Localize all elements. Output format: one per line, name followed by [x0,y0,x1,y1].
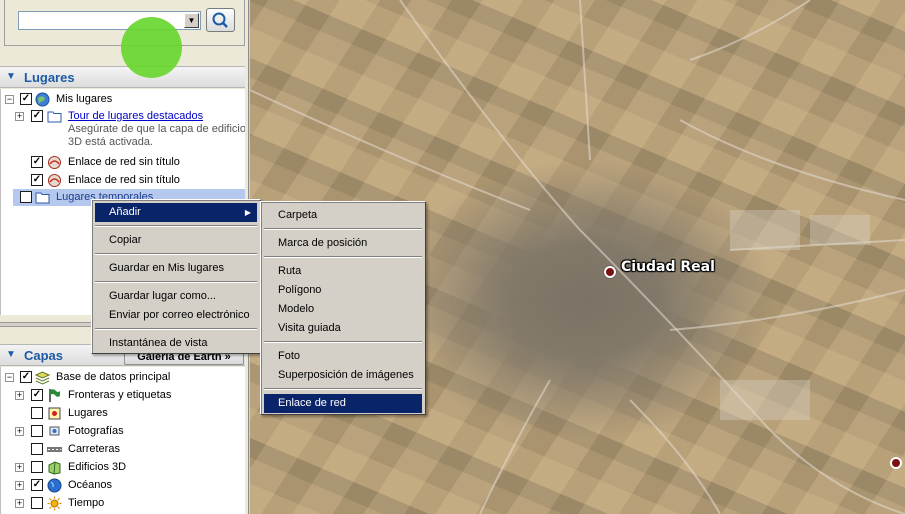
search-button[interactable] [206,8,235,32]
ocean-globe-icon [47,478,62,493]
collapse-icon[interactable]: − [5,95,14,104]
building-3d-icon [48,461,61,475]
checkbox[interactable]: ✓ [31,479,43,491]
tree-item-borders[interactable]: + ✓ Fronteras y etiquetas [1,387,241,404]
placemark-icon[interactable] [890,457,902,469]
expand-icon[interactable]: + [15,112,24,121]
tree-item-places-layer[interactable]: Lugares [1,405,241,422]
tree-label: Fotografías [68,425,124,437]
menu-item-email[interactable]: Enviar por correo electrónico [95,306,257,325]
collapse-triangle-icon[interactable]: ▼ [6,71,16,82]
menu-separator [95,328,257,330]
globe-icon [35,92,50,107]
city-label[interactable]: Ciudad Real [621,259,715,275]
chevron-down-icon[interactable]: ▼ [184,13,199,28]
menu-separator [95,281,257,283]
submenu-item-folder[interactable]: Carpeta [264,206,422,225]
submenu-item-polygon[interactable]: Polígono [264,281,422,300]
checkbox[interactable]: ✓ [31,389,43,401]
tree-label: Base de datos principal [56,371,171,383]
photo-icon [49,426,60,436]
menu-separator [264,341,422,343]
collapse-triangle-icon[interactable]: ▼ [6,349,16,360]
expand-icon[interactable]: + [15,463,24,472]
layers-title: Capas [24,348,64,363]
tree-label: Océanos [68,479,113,491]
tree-label: Enlace de red sin título [68,156,180,168]
checkbox[interactable] [31,407,43,419]
road-icon [47,447,62,452]
flag-icon [49,389,60,402]
tree-label: Mis lugares [56,93,113,105]
checkbox[interactable] [31,443,43,455]
tree-item-roads[interactable]: Carreteras [1,441,241,458]
layers-stack-icon [35,371,50,385]
magnifier-icon [212,12,228,28]
add-submenu: Carpeta Marca de posición Ruta Polígono … [260,201,426,415]
submenu-item-image-overlay[interactable]: Superposición de imágenes [264,366,422,385]
submenu-item-model[interactable]: Modelo [264,300,422,319]
menu-separator [95,253,257,255]
menu-separator [95,225,257,227]
tree-item-network-link-2[interactable]: ✓ Enlace de red sin título [1,172,241,189]
tree-item-my-places[interactable]: − ✓ Mis lugares [1,91,241,108]
submenu-item-path[interactable]: Ruta [264,262,422,281]
submenu-arrow-icon: ▶ [244,208,251,217]
menu-item-add[interactable]: Añadir ▶ [95,203,257,222]
tree-label: Tiempo [68,497,105,509]
context-menu: Añadir ▶ Copiar Guardar en Mis lugares G… [91,199,261,354]
checkbox[interactable]: ✓ [20,371,32,383]
submenu-item-photo[interactable]: Foto [264,347,422,366]
expand-icon[interactable]: + [15,499,24,508]
tree-item-photos[interactable]: + Fotografías [1,423,241,440]
sun-icon [47,496,62,511]
submenu-item-tour[interactable]: Visita guiada [264,319,422,338]
folder-icon [47,111,62,123]
checkbox[interactable]: ✓ [31,156,43,168]
checkbox[interactable]: ✓ [20,93,32,105]
places-pin-icon [48,407,61,420]
tree-item-primary-database[interactable]: − ✓ Base de datos principal [1,369,241,386]
submenu-item-network-link[interactable]: Enlace de red [264,394,422,413]
checkbox[interactable] [20,191,32,203]
cursor-highlight [121,17,182,78]
placemark-icon[interactable] [604,266,616,278]
tree-label: Lugares [68,407,108,419]
menu-item-save-to-my-places[interactable]: Guardar en Mis lugares [95,259,257,278]
folder-icon [35,192,50,204]
submenu-item-placemark[interactable]: Marca de posición [264,234,422,253]
tree-label: Enlace de red sin título [68,174,180,186]
menu-item-save-place-as[interactable]: Guardar lugar como... [95,287,257,306]
checkbox[interactable]: ✓ [31,174,43,186]
collapse-icon[interactable]: − [5,373,14,382]
network-link-icon [48,174,61,187]
checkbox[interactable]: ✓ [31,110,43,122]
checkbox[interactable] [31,497,43,509]
menu-separator [264,388,422,390]
tree-item-network-link-1[interactable]: ✓ Enlace de red sin título [1,154,241,171]
menu-separator [264,256,422,258]
places-title: Lugares [24,70,75,85]
tree-label: Carreteras [68,443,120,455]
tree-item-oceans[interactable]: + ✓ Océanos [1,477,241,494]
menu-item-copy[interactable]: Copiar [95,231,257,250]
tree-item-3d-buildings[interactable]: + Edificios 3D [1,459,241,476]
checkbox[interactable] [31,461,43,473]
tree-label: Edificios 3D [68,461,127,473]
layers-tree: − ✓ Base de datos principal + ✓ Frontera… [0,367,245,514]
expand-icon[interactable]: + [15,481,24,490]
tree-label: Fronteras y etiquetas [68,389,172,401]
menu-separator [264,228,422,230]
menu-item-snapshot-view[interactable]: Instantánea de vista [95,334,257,353]
places-header[interactable]: ▼ Lugares [0,66,245,88]
network-link-icon [48,156,61,169]
expand-icon[interactable]: + [15,427,24,436]
checkbox[interactable] [31,425,43,437]
tree-item-weather[interactable]: + Tiempo [1,495,241,512]
expand-icon[interactable]: + [15,391,24,400]
tour-link[interactable]: Tour de lugares destacados [68,110,203,122]
